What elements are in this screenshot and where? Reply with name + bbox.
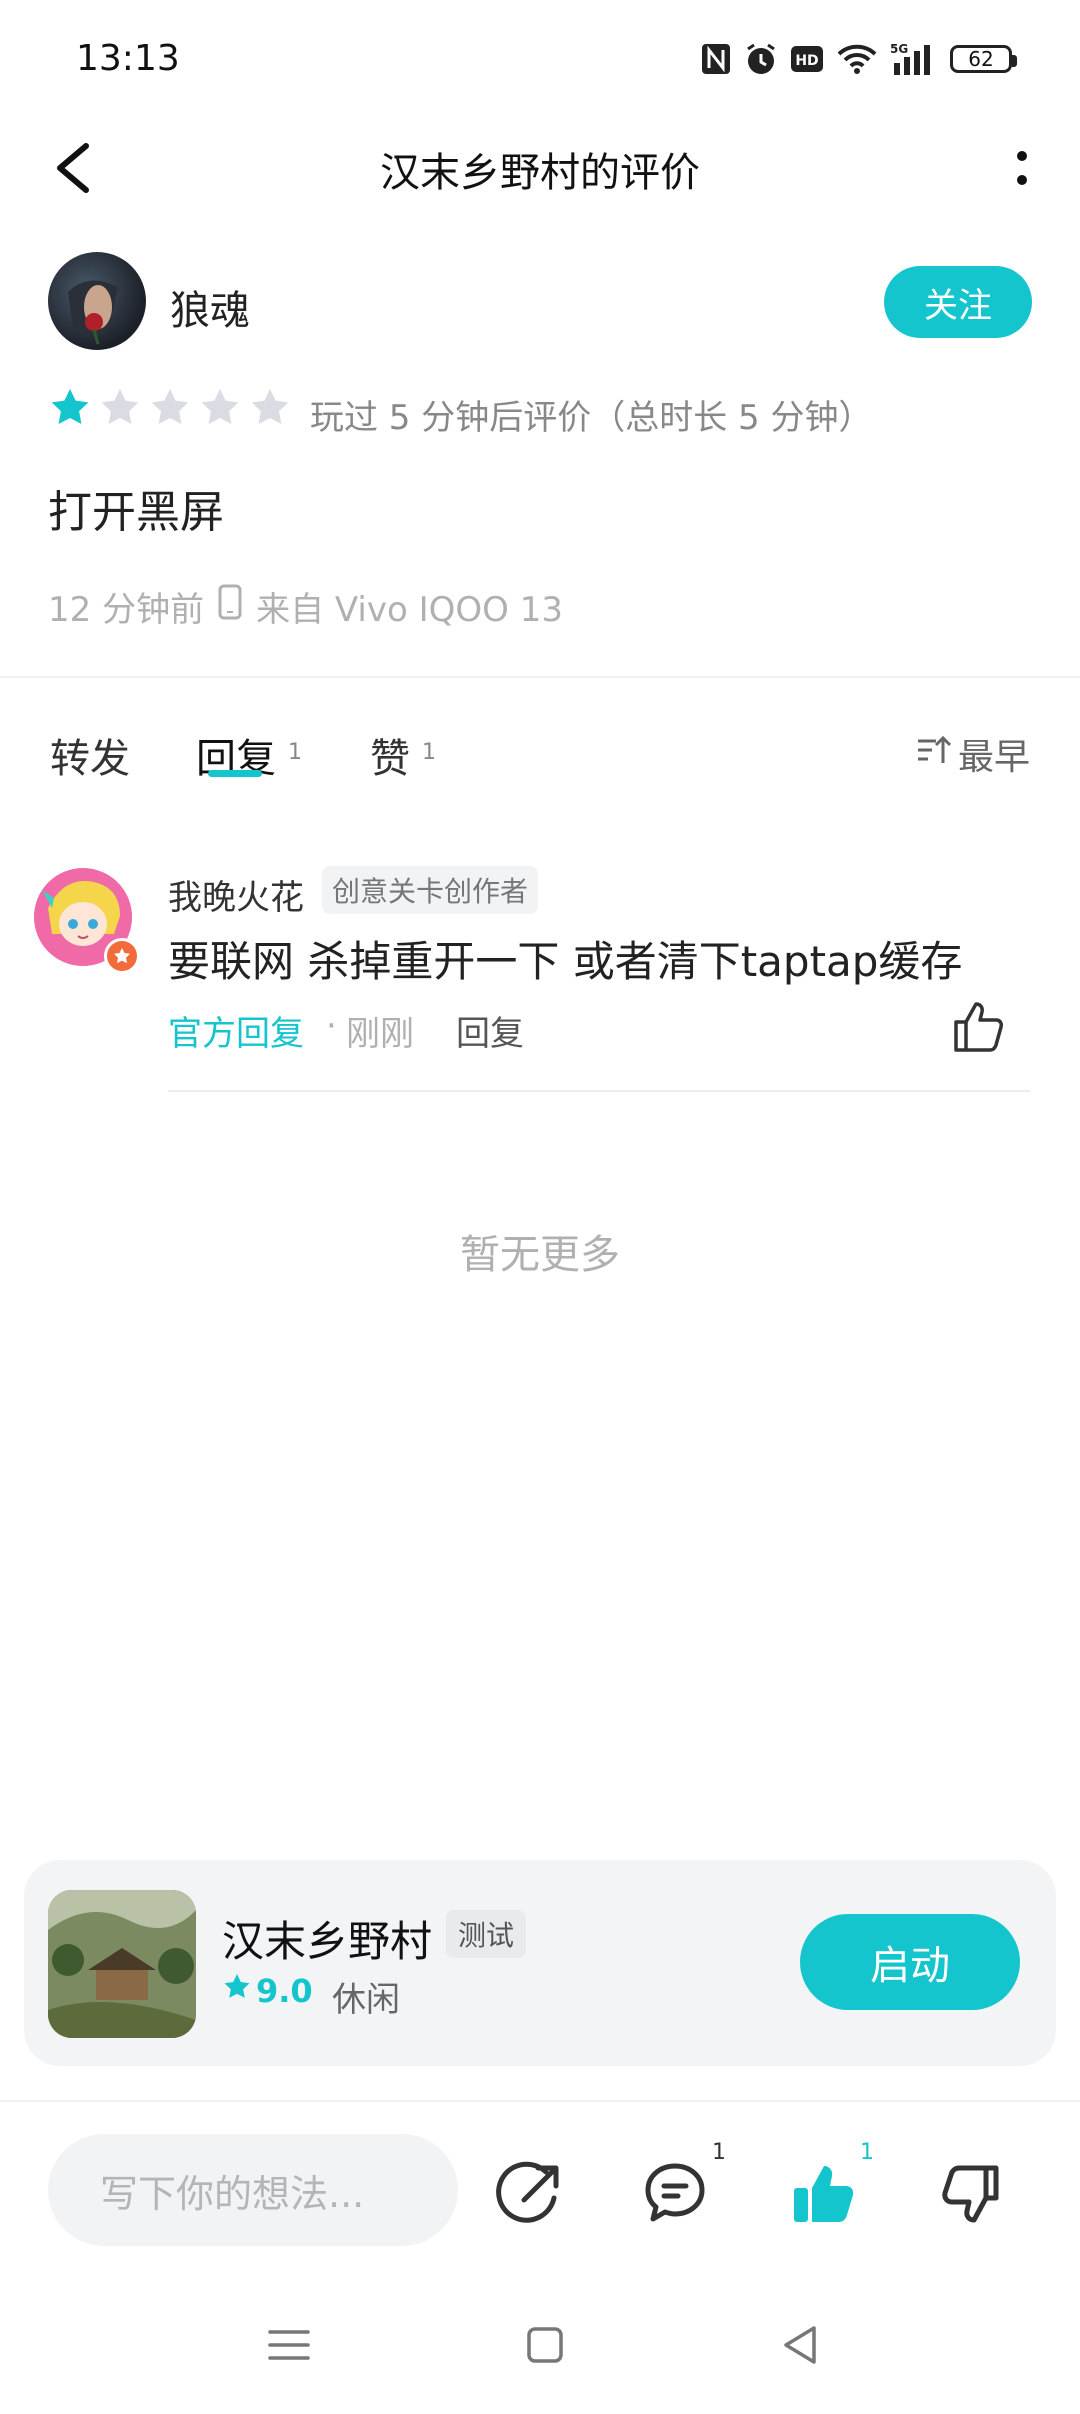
tab-repost-label: 转发 bbox=[50, 736, 130, 782]
reply-divider bbox=[168, 1090, 1030, 1092]
reply-like-button[interactable] bbox=[948, 996, 1008, 1056]
tab-replies-count: 1 bbox=[288, 740, 302, 765]
game-genre: 休闲 bbox=[332, 1980, 400, 2020]
comment-button[interactable] bbox=[640, 2158, 710, 2228]
reply-button[interactable]: 回复 bbox=[456, 1006, 524, 1055]
tab-likes[interactable]: 赞1 bbox=[370, 726, 436, 784]
reply-text: 要联网 杀掉重开一下 或者清下taptap缓存 bbox=[168, 937, 963, 986]
wifi-icon bbox=[836, 40, 878, 78]
play-info: 玩过 5 分钟后评价（总时长 5 分钟） bbox=[310, 398, 873, 438]
game-name[interactable]: 汉末乡野村 bbox=[222, 1908, 432, 1969]
reply-author-tag: 创意关卡创作者 bbox=[322, 866, 539, 914]
page-title: 汉末乡野村的评价 bbox=[380, 150, 700, 196]
tab-likes-count: 1 bbox=[422, 740, 436, 765]
share-button[interactable] bbox=[496, 2158, 566, 2228]
back-triangle-icon bbox=[784, 2326, 816, 2364]
author-name[interactable]: 狼魂 bbox=[170, 278, 250, 336]
game-rating-value: 9.0 bbox=[256, 1972, 313, 2010]
sort-button[interactable]: 最早 bbox=[916, 728, 1030, 780]
comment-input[interactable]: 写下你的想法... bbox=[48, 2134, 458, 2246]
game-thumbnail[interactable] bbox=[48, 1890, 196, 2038]
thumbs-up-icon bbox=[954, 1002, 1003, 1052]
menu-icon bbox=[268, 2330, 310, 2360]
more-vertical-icon bbox=[1017, 151, 1027, 185]
rating-stars bbox=[48, 386, 292, 430]
thumbs-down-icon bbox=[942, 2165, 999, 2223]
sort-label: 最早 bbox=[957, 737, 1030, 778]
home-square-icon bbox=[527, 2327, 563, 2363]
like-count: 1 bbox=[860, 2140, 874, 2165]
thumbs-up-filled-icon bbox=[794, 2166, 854, 2222]
game-rating: 9.0 bbox=[222, 1972, 313, 2010]
review-time: 12 分钟前 bbox=[48, 590, 205, 630]
star-empty-icon bbox=[98, 386, 142, 430]
status-icons: HD 5G 62 bbox=[700, 40, 1017, 78]
comment-count: 1 bbox=[712, 2140, 726, 2165]
alarm-icon bbox=[744, 40, 778, 78]
bottom-divider bbox=[0, 2100, 1080, 2102]
phone-icon bbox=[218, 584, 242, 629]
launch-button[interactable]: 启动 bbox=[800, 1914, 1020, 2010]
no-more-label: 暂无更多 bbox=[460, 1232, 620, 1278]
star-empty-icon bbox=[198, 386, 242, 430]
like-button[interactable] bbox=[788, 2158, 858, 2228]
star-empty-icon bbox=[148, 386, 192, 430]
star-filled-icon bbox=[48, 386, 92, 430]
star-icon bbox=[222, 1972, 252, 2010]
battery-icon: 62 bbox=[950, 40, 1017, 78]
section-divider bbox=[0, 676, 1080, 678]
follow-button[interactable]: 关注 bbox=[884, 266, 1032, 338]
tab-likes-label: 赞 bbox=[370, 736, 410, 782]
svg-text:HD: HD bbox=[795, 53, 818, 69]
reply-author-name[interactable]: 我晚火花 bbox=[168, 870, 304, 919]
tab-repost[interactable]: 转发 bbox=[50, 726, 130, 784]
nfc-icon bbox=[700, 40, 732, 78]
hd-icon: HD bbox=[790, 40, 824, 78]
review-meta: 12 分钟前 来自 Vivo IQOO 13 bbox=[48, 582, 563, 631]
sort-icon bbox=[916, 733, 952, 776]
star-empty-icon bbox=[248, 386, 292, 430]
comment-icon bbox=[645, 2163, 705, 2222]
tab-active-indicator bbox=[208, 770, 262, 777]
network-type-label: 5G bbox=[890, 42, 908, 56]
author-avatar[interactable] bbox=[48, 252, 146, 350]
cellular-signal-icon: 5G bbox=[890, 40, 938, 78]
reply-time: 刚刚 bbox=[346, 1014, 414, 1054]
nav-home-button[interactable] bbox=[520, 2320, 570, 2370]
more-menu-button[interactable] bbox=[1010, 148, 1034, 190]
nav-back-button[interactable] bbox=[776, 2320, 826, 2370]
dislike-button[interactable] bbox=[934, 2158, 1004, 2228]
review-text: 打开黑屏 bbox=[48, 487, 224, 538]
official-badge-icon bbox=[104, 938, 140, 974]
battery-level: 62 bbox=[950, 45, 1017, 73]
nav-menu-button[interactable] bbox=[264, 2320, 314, 2370]
official-reply-label: 官方回复 bbox=[168, 1014, 304, 1054]
game-test-tag: 测试 bbox=[446, 1910, 527, 1958]
share-icon bbox=[496, 2161, 559, 2223]
review-device: 来自 Vivo IQOO 13 bbox=[256, 590, 563, 630]
status-time: 13:13 bbox=[76, 38, 180, 79]
separator-dot: · bbox=[326, 1006, 337, 1046]
